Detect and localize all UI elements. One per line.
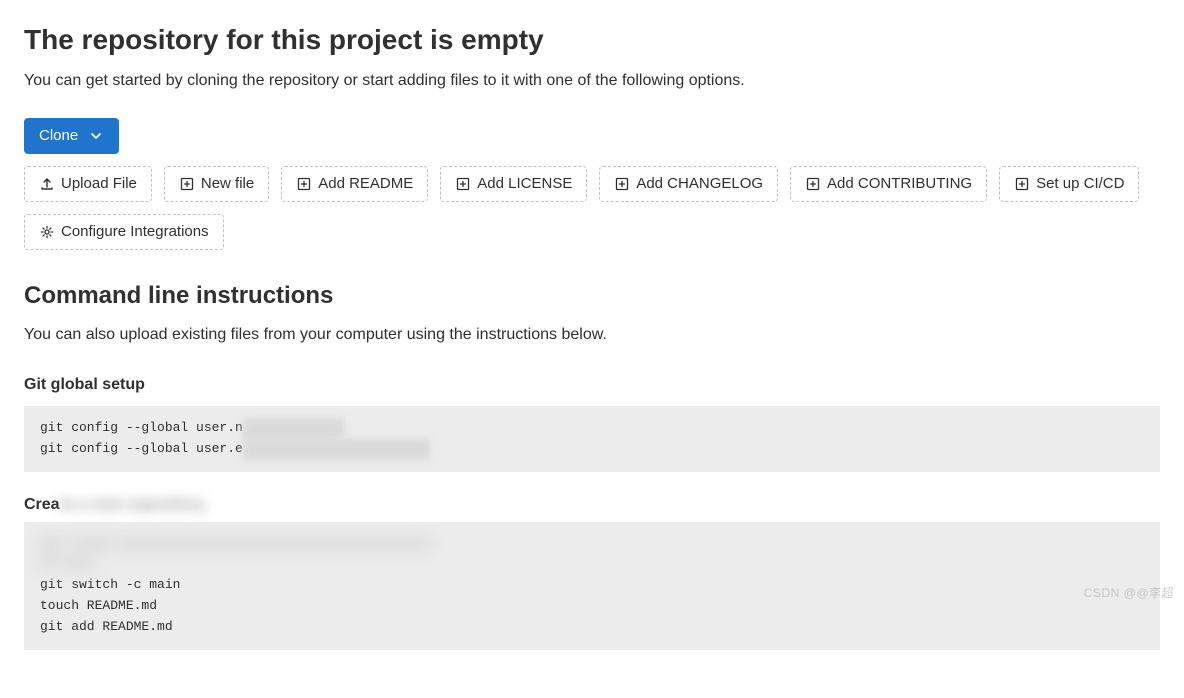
new-file-button[interactable]: New file (164, 166, 269, 202)
configure-integrations-button[interactable]: Configure Integrations (24, 214, 224, 250)
clone-button-label: Clone (39, 127, 78, 145)
create-repo-code: git clone xxxxxxxxxxxxxxxxxxxxxxxxxxxxxx… (24, 522, 1160, 650)
plus-square-icon (1014, 176, 1030, 192)
setup-cicd-label: Set up CI/CD (1036, 175, 1124, 193)
add-changelog-label: Add CHANGELOG (636, 175, 763, 193)
global-setup-heading: Git global setup (24, 376, 1160, 394)
plus-square-icon (805, 176, 821, 192)
gear-icon (39, 224, 55, 240)
action-button-row: Clone Upload File New file Add README (24, 118, 1160, 250)
watermark-text: CSDN @@李超 (1084, 584, 1174, 601)
add-changelog-button[interactable]: Add CHANGELOG (599, 166, 778, 202)
chevron-down-icon (88, 128, 104, 144)
plus-square-icon (296, 176, 312, 192)
cli-description: You can also upload existing files from … (24, 326, 1160, 344)
add-readme-label: Add README (318, 175, 413, 193)
page-subtitle: You can get started by cloning the repos… (24, 72, 1160, 90)
action-button-group: Upload File New file Add README Add LICE… (24, 166, 1160, 250)
configure-integrations-label: Configure Integrations (61, 223, 209, 241)
clone-button[interactable]: Clone (24, 118, 119, 154)
setup-cicd-button[interactable]: Set up CI/CD (999, 166, 1139, 202)
upload-file-button[interactable]: Upload File (24, 166, 152, 202)
add-contributing-button[interactable]: Add CONTRIBUTING (790, 166, 987, 202)
add-contributing-label: Add CONTRIBUTING (827, 175, 972, 193)
page-title: The repository for this project is empty (24, 24, 1160, 56)
plus-square-icon (179, 176, 195, 192)
plus-square-icon (455, 176, 471, 192)
add-readme-button[interactable]: Add README (281, 166, 428, 202)
new-file-label: New file (201, 175, 254, 193)
add-license-button[interactable]: Add LICENSE (440, 166, 587, 202)
create-repo-heading: Create a new repository (24, 496, 1160, 514)
cli-heading: Command line instructions (24, 282, 1160, 310)
add-license-label: Add LICENSE (477, 175, 572, 193)
plus-square-icon (614, 176, 630, 192)
upload-icon (39, 176, 55, 192)
global-setup-code: git config --global user.name "xxxxxxx" … (24, 406, 1160, 472)
upload-file-label: Upload File (61, 175, 137, 193)
